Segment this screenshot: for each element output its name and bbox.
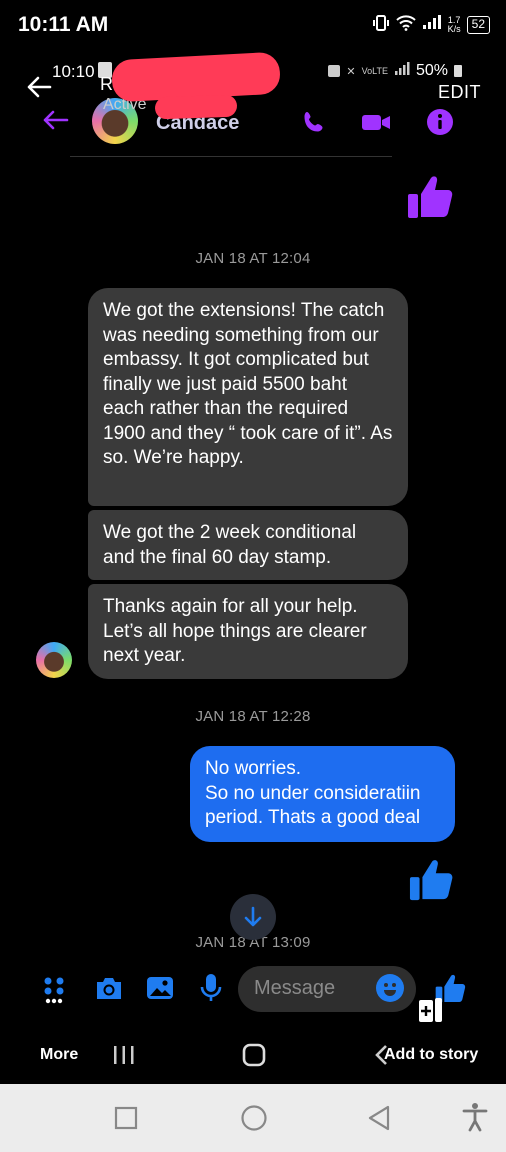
battery-indicator: 52 <box>466 15 490 34</box>
add-to-story-button[interactable]: Add to story <box>384 1046 478 1064</box>
vibrate-icon <box>372 14 390 35</box>
thumbs-up-icon <box>408 856 456 907</box>
video-call-icon[interactable] <box>360 108 390 136</box>
inner-nav-bar: More Add to story <box>0 1030 506 1082</box>
status-time: 10:11 AM <box>18 13 109 36</box>
chat-header: Active Candace <box>0 96 506 154</box>
microphone-icon[interactable] <box>200 973 222 1008</box>
more-button[interactable]: More <box>40 1046 78 1064</box>
network-speed: 1.7 K/s <box>447 14 461 34</box>
gallery-icon[interactable] <box>146 975 174 1006</box>
redaction-mark <box>111 51 281 103</box>
add-text-overlay-icon[interactable] <box>418 996 444 1029</box>
camera-icon[interactable] <box>94 975 124 1006</box>
system-nav-bar <box>0 1084 506 1152</box>
signal-icon <box>422 14 442 35</box>
timestamp: JAN 18 AT 12:04 <box>195 250 311 267</box>
back-triangle-icon[interactable] <box>366 1104 392 1137</box>
alarm-icon <box>328 65 341 77</box>
incoming-message[interactable]: We got the 2 week conditional and the fi… <box>88 510 408 580</box>
home-icon[interactable] <box>242 1043 266 1072</box>
wifi-icon <box>395 15 416 34</box>
redaction-mark <box>154 94 238 120</box>
menu-dots-icon[interactable] <box>44 976 70 1011</box>
inner-status-icons: ✕ VoLTE 50% <box>328 62 462 80</box>
inner-status-time: 10:10 <box>52 62 95 81</box>
scroll-down-button[interactable] <box>230 894 276 940</box>
volte-icon: VoLTE <box>361 65 388 76</box>
accessibility-icon[interactable] <box>462 1102 488 1137</box>
inner-signal-icon <box>394 62 410 80</box>
timestamp: JAN 18 AT 12:28 <box>195 708 311 725</box>
incoming-message[interactable]: We got the extensions! The catch was nee… <box>88 288 408 506</box>
composer-bar: Message <box>0 960 506 1022</box>
message-input[interactable]: Message <box>238 966 416 1012</box>
recent-apps-icon[interactable] <box>112 1044 136 1071</box>
status-icons: 1.7 K/s 52 <box>372 14 490 35</box>
incoming-message[interactable]: Thanks again for all your help. Let’s al… <box>88 584 408 679</box>
home-circle-icon[interactable] <box>240 1104 268 1137</box>
mute-icon: ✕ <box>346 65 356 78</box>
inner-battery-icon <box>454 65 462 77</box>
status-bar: 10:11 AM 1.7 K/s 52 <box>0 0 506 52</box>
divider <box>70 156 392 157</box>
phone-call-icon[interactable] <box>300 108 328 136</box>
contact-avatar-small <box>36 642 72 678</box>
inner-battery-text: 50% <box>415 62 448 79</box>
info-icon[interactable] <box>426 108 454 136</box>
outgoing-message[interactable]: No worries. So no under consideratiin pe… <box>190 746 455 842</box>
recent-apps-square-icon[interactable] <box>114 1106 138 1135</box>
messenger-back-icon[interactable] <box>40 108 70 132</box>
emoji-icon[interactable] <box>376 974 404 1002</box>
thumbs-up-icon <box>406 172 456 225</box>
